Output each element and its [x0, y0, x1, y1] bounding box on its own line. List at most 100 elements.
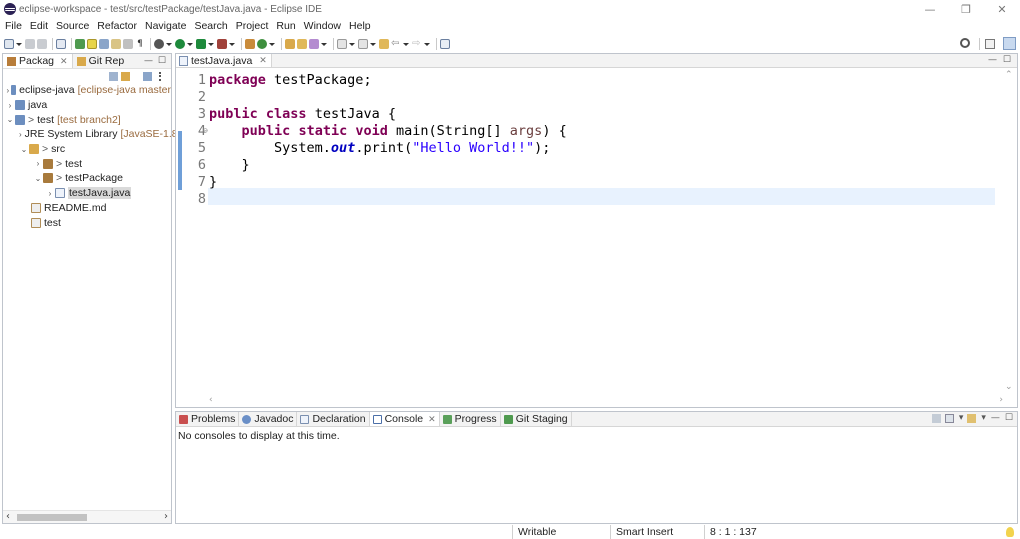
collapse-all-icon[interactable]	[109, 72, 118, 81]
skip-breakpoints-icon[interactable]	[56, 39, 66, 49]
menu-project[interactable]: Project	[232, 20, 273, 32]
open-type-icon[interactable]	[285, 39, 295, 49]
pin-editor-icon[interactable]	[440, 39, 450, 49]
display-console-icon[interactable]	[944, 413, 954, 423]
scroll-up-icon[interactable]: ⌃	[1005, 70, 1013, 80]
debug-icon[interactable]	[154, 39, 164, 49]
last-edit-icon[interactable]	[379, 39, 389, 49]
coverage-dropdown-icon[interactable]	[208, 39, 214, 49]
external-tools-dropdown-icon[interactable]	[229, 39, 235, 49]
collapse-icon[interactable]: ⌄	[19, 145, 29, 154]
open-console-dropdown-icon[interactable]: ▾	[981, 413, 986, 423]
tree-item-testpackage[interactable]: ⌄ > testPackage	[3, 171, 171, 186]
scroll-down-icon[interactable]: ⌄	[1005, 382, 1013, 392]
maximize-view-icon[interactable]: ☐	[1005, 413, 1013, 423]
menu-window[interactable]: Window	[300, 20, 345, 32]
code-line[interactable]: 8	[176, 190, 996, 207]
java-perspective-icon[interactable]	[1003, 37, 1016, 50]
horizontal-scrollbar[interactable]: ‹ ›	[3, 510, 171, 523]
open-perspective-icon[interactable]	[985, 39, 995, 49]
menu-run[interactable]: Run	[272, 20, 299, 32]
back-icon[interactable]: ⇦	[391, 39, 401, 49]
tab-javadoc[interactable]: Javadoc	[239, 412, 298, 426]
tab-git-staging[interactable]: Git Staging	[501, 412, 572, 426]
expand-icon[interactable]: ›	[45, 189, 55, 198]
new-class-dropdown-icon[interactable]	[269, 39, 275, 49]
open-task-icon[interactable]	[297, 39, 307, 49]
back-dropdown-icon[interactable]	[403, 39, 409, 49]
git-icon[interactable]	[75, 39, 85, 49]
tree-item-eclipse-java[interactable]: › eclipse-java [eclipse-java master	[3, 83, 171, 98]
menu-navigate[interactable]: Navigate	[141, 20, 190, 32]
pin-console-icon[interactable]	[931, 413, 941, 423]
scroll-left-icon[interactable]: ‹	[209, 395, 213, 405]
fold-icon[interactable]: ⊖	[203, 126, 208, 135]
new-file-icon[interactable]	[4, 39, 14, 49]
run-dropdown-icon[interactable]	[187, 39, 193, 49]
link-icon[interactable]	[99, 39, 109, 49]
status-insert-mode[interactable]: Smart Insert	[610, 525, 704, 539]
highlight-icon[interactable]	[87, 39, 97, 49]
restore-button[interactable]: ❐	[948, 0, 984, 18]
editor-horizontal-scrollbar[interactable]: ‹ ›	[209, 395, 1003, 407]
search-dropdown-icon[interactable]	[321, 39, 327, 49]
tab-problems[interactable]: Problems	[176, 412, 240, 426]
tab-testjava[interactable]: testJava.java ✕	[176, 54, 272, 67]
tree-item-jre-library[interactable]: › JRE System Library [JavaSE-1.8	[3, 127, 178, 142]
minimize-button[interactable]: —	[912, 0, 948, 18]
tasks-icon[interactable]	[111, 39, 121, 49]
menu-file[interactable]: File	[0, 20, 26, 32]
code-line[interactable]: 3 public class testJava {	[176, 105, 996, 122]
prev-annotation-dropdown-icon[interactable]	[370, 39, 376, 49]
focus-icon[interactable]	[143, 72, 152, 81]
tree-item-test-file[interactable]: test	[3, 215, 171, 230]
next-annotation-icon[interactable]	[337, 39, 347, 49]
maximize-editor-icon[interactable]: ☐	[1003, 55, 1011, 65]
code-area[interactable]: 1 package testPackage; 2 3 public class …	[176, 69, 1017, 394]
save-icon[interactable]	[25, 39, 35, 49]
tab-git-repositories[interactable]: Git Rep	[73, 54, 129, 68]
tab-progress[interactable]: Progress	[440, 412, 501, 426]
code-line[interactable]: 2	[176, 88, 996, 105]
scroll-left-icon[interactable]: ‹	[6, 511, 10, 522]
search-tool-icon[interactable]	[309, 39, 319, 49]
show-whitespace-icon[interactable]: ¶	[135, 39, 145, 49]
tab-package-explorer[interactable]: Packag ✕	[3, 54, 73, 68]
prev-annotation-icon[interactable]	[358, 39, 368, 49]
collapse-icon[interactable]: ⌄	[33, 174, 43, 183]
menu-source[interactable]: Source	[52, 20, 93, 32]
scroll-right-icon[interactable]: ›	[164, 511, 168, 522]
menu-help[interactable]: Help	[345, 20, 375, 32]
close-tab-icon[interactable]: ✕	[60, 56, 68, 67]
search-icon[interactable]	[960, 38, 970, 48]
editor-vertical-scrollbar[interactable]: ⌃ ⌄	[1003, 70, 1015, 392]
coverage-icon[interactable]	[196, 39, 206, 49]
code-line[interactable]: 7 }	[176, 173, 996, 190]
display-console-dropdown-icon[interactable]: ▾	[959, 413, 964, 423]
tab-console[interactable]: Console ✕	[369, 412, 440, 426]
expand-icon[interactable]: ›	[5, 86, 11, 95]
tree-item-java[interactable]: › java	[3, 98, 171, 113]
expand-icon[interactable]: ›	[5, 101, 15, 110]
close-tab-icon[interactable]: ✕	[428, 414, 436, 425]
close-tab-icon[interactable]: ✕	[259, 55, 267, 66]
menu-refactor[interactable]: Refactor	[93, 20, 141, 32]
block-select-icon[interactable]	[123, 39, 133, 49]
close-button[interactable]: ✕	[984, 0, 1020, 18]
code-line[interactable]: 6 }	[176, 156, 996, 173]
forward-icon[interactable]: ⇨	[412, 39, 422, 49]
tab-declaration[interactable]: Declaration	[297, 412, 370, 426]
tree-item-test-project[interactable]: ⌄ > test [test branch2]	[3, 112, 171, 127]
code-line[interactable]: 4 ⊖ public static void main(String[] arg…	[176, 122, 996, 139]
tree-item-testjava[interactable]: › testJava.java	[3, 186, 171, 201]
code-line[interactable]: 1 package testPackage;	[176, 71, 996, 88]
run-icon[interactable]	[175, 39, 185, 49]
save-all-icon[interactable]	[37, 39, 47, 49]
new-dropdown-icon[interactable]	[16, 39, 22, 49]
view-menu-icon[interactable]	[159, 72, 162, 81]
minimize-editor-icon[interactable]: —	[988, 55, 997, 65]
menu-search[interactable]: Search	[190, 20, 231, 32]
code-line[interactable]: 5 System.out.print("Hello World!!");	[176, 139, 996, 156]
new-class-icon[interactable]	[257, 39, 267, 49]
expand-icon[interactable]: ›	[33, 159, 43, 168]
